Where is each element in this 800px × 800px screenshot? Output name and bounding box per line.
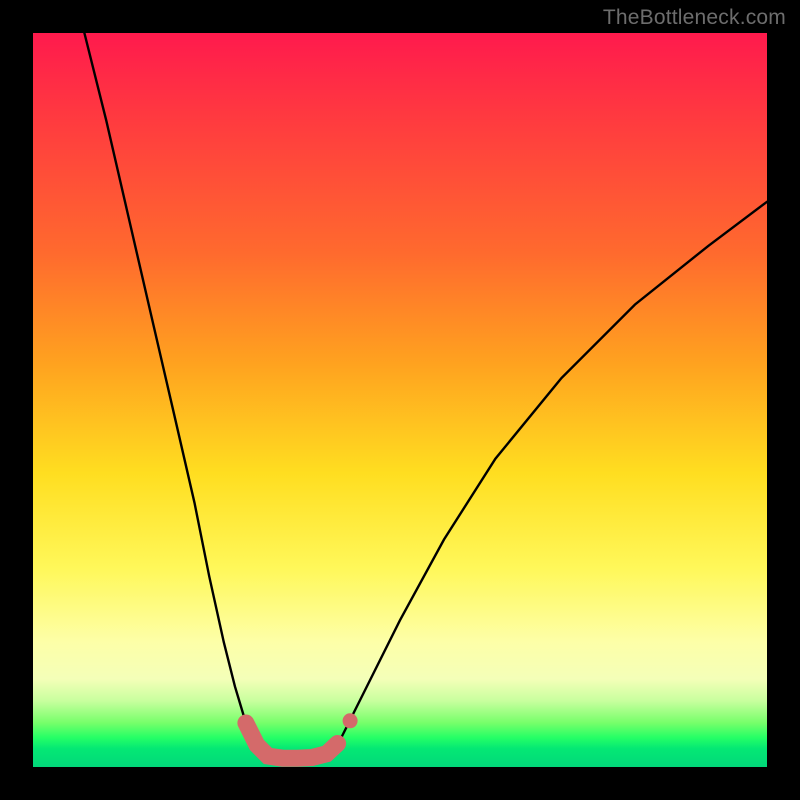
highlight-dot-icon — [343, 713, 358, 728]
chart-frame: TheBottleneck.com — [0, 0, 800, 800]
chart-curves — [33, 33, 767, 767]
curve-highlight — [246, 723, 338, 758]
curve-main — [84, 33, 767, 758]
watermark-label: TheBottleneck.com — [603, 6, 786, 30]
